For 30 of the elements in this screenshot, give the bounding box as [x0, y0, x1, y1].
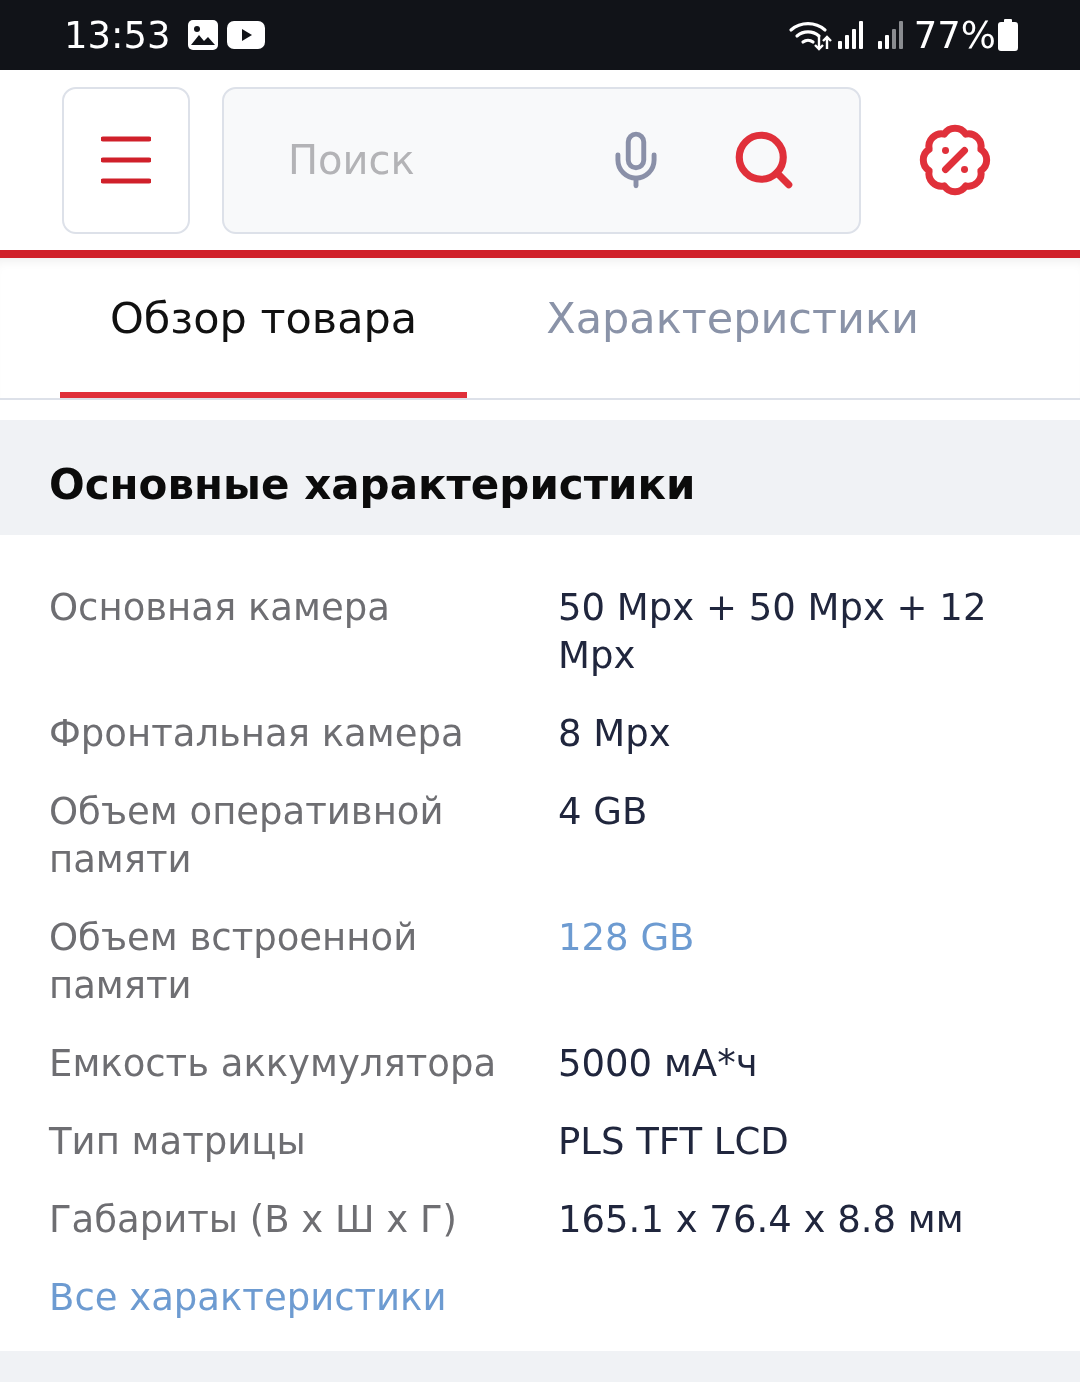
- battery-icon: [998, 19, 1018, 51]
- status-time: 13:53: [64, 16, 171, 54]
- spec-value: 8 Mpx: [558, 711, 671, 757]
- discount-badge-icon[interactable]: [917, 122, 993, 198]
- search-input[interactable]: Поиск: [288, 130, 595, 190]
- spec-value: 5000 мА*ч: [558, 1041, 758, 1087]
- spec-value: 165.1 x 76.4 x 8.8 мм: [558, 1197, 964, 1243]
- video-play-icon: [226, 21, 265, 49]
- spec-label: Объем встроенной памяти: [49, 915, 419, 1009]
- spec-value: 50 Mpx + 50 Mpx + 12 Mpx: [558, 585, 988, 679]
- section-title: Основные характеристики: [49, 463, 696, 506]
- spec-label: Тип матрицы: [49, 1119, 307, 1165]
- spec-label: Емкость аккумулятора: [49, 1041, 498, 1087]
- tab[interactable]: Характеристики: [496, 258, 969, 398]
- spec-label: Фронтальная камера: [49, 711, 465, 757]
- spec-value-link[interactable]: 128 GB: [558, 914, 695, 962]
- gallery-icon: [186, 19, 219, 51]
- spec-label: Объем оперативной памяти: [49, 789, 445, 883]
- tab[interactable]: Обзор товара: [60, 258, 468, 398]
- spec-label: Габариты (В x Ш x Г): [49, 1197, 458, 1243]
- spec-value: 4 GB: [558, 789, 648, 835]
- all-specs-link[interactable]: Все характеристики: [49, 1276, 447, 1319]
- wifi-icon: [787, 19, 832, 51]
- signal-icon: [877, 21, 904, 49]
- spec-value: PLS TFT LCD: [558, 1119, 789, 1165]
- spec-label: Основная камера: [49, 585, 391, 631]
- battery-percent: 77%: [913, 16, 996, 54]
- signal-icon: [837, 21, 864, 49]
- menu-button[interactable]: [62, 86, 190, 234]
- menu-icon: [101, 135, 151, 185]
